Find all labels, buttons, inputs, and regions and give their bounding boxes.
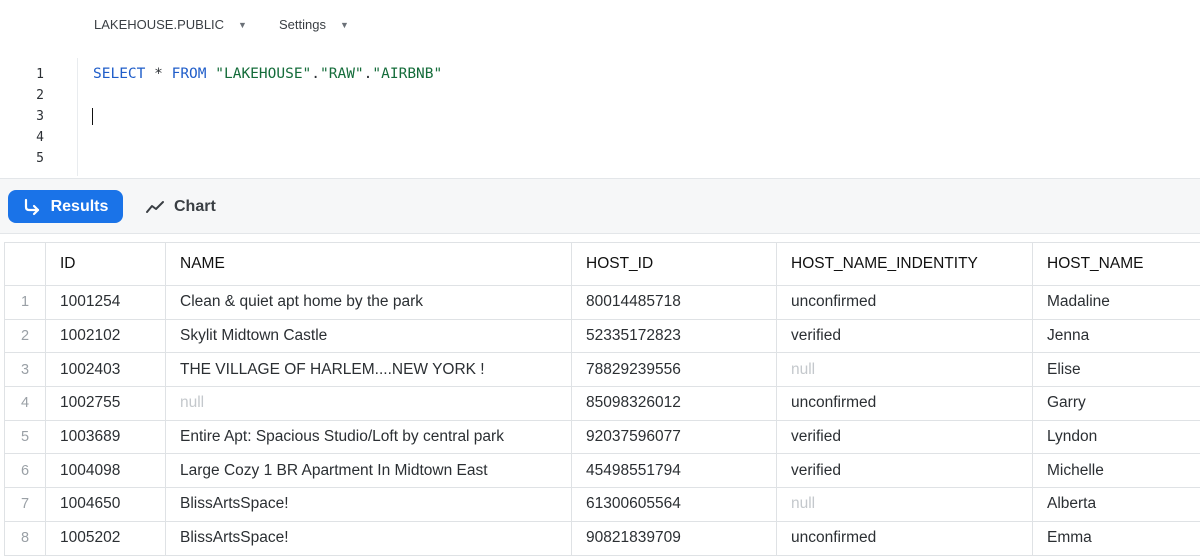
header-row: ID NAME HOST_ID HOST_NAME_INDENTITY HOST… (4, 242, 1200, 286)
row-number: 7 (4, 487, 46, 522)
line-number: 4 (36, 130, 44, 145)
cell-id[interactable]: 1002755 (45, 386, 166, 421)
cell-host-id[interactable]: 52335172823 (571, 318, 777, 354)
keyword-from: FROM (171, 66, 207, 82)
cell-id[interactable]: 1004650 (45, 487, 166, 522)
cell-name[interactable]: null (165, 386, 572, 421)
column-header-host-id[interactable]: HOST_ID (571, 242, 777, 286)
sql-editor[interactable]: 1 2 3 4 5 SELECT * FROM "LAKEHOUSE"."RAW… (0, 58, 1200, 176)
line-number: 1 (36, 67, 44, 82)
cell-id[interactable]: 1002403 (45, 352, 166, 388)
table-row[interactable]: 1 1001254 Clean & quiet apt home by the … (4, 285, 1200, 320)
cell-name[interactable]: THE VILLAGE OF HARLEM....NEW YORK ! (165, 352, 572, 388)
caret-down-icon: ▼ (339, 19, 349, 30)
cell-host-name[interactable]: Madaline (1032, 285, 1200, 320)
return-arrow-icon (24, 198, 39, 215)
table-row[interactable]: 6 1004098 Large Cozy 1 BR Apartment In M… (4, 453, 1200, 489)
line-chart-icon (146, 200, 164, 213)
cell-name[interactable]: BlissArtsSpace! (165, 520, 572, 556)
row-number-header (4, 242, 46, 286)
cell-host-id[interactable]: 90821839709 (571, 520, 777, 556)
cell-id[interactable]: 1004098 (45, 453, 166, 489)
cell-host-name[interactable]: Emma (1032, 520, 1200, 556)
identifier-database: "LAKEHOUSE" (215, 66, 312, 82)
identifier-schema: "RAW" (320, 66, 364, 82)
cell-name[interactable]: Clean & quiet apt home by the park (165, 285, 572, 320)
chart-tab-label: Chart (174, 197, 216, 215)
row-number: 8 (4, 520, 46, 556)
row-number: 2 (4, 318, 46, 354)
column-header-host-name-identity[interactable]: HOST_NAME_INDENTITY (776, 242, 1033, 286)
table-row[interactable]: 8 1005202 BlissArtsSpace! 90821839709 un… (4, 520, 1200, 556)
cell-host-id[interactable]: 45498551794 (571, 453, 777, 489)
row-number: 1 (4, 285, 46, 320)
cell-host-name-identity[interactable]: unconfirmed (776, 520, 1033, 556)
results-tab-label: Results (50, 197, 109, 215)
cell-id[interactable]: 1003689 (45, 419, 166, 455)
column-header-name[interactable]: NAME (165, 242, 572, 286)
settings-label: Settings (279, 17, 326, 32)
text-cursor (92, 108, 93, 125)
keyword-select: SELECT (93, 66, 146, 82)
table-row[interactable]: 3 1002403 THE VILLAGE OF HARLEM....NEW Y… (4, 352, 1200, 388)
line-number: 3 (36, 109, 44, 124)
cell-name[interactable]: Large Cozy 1 BR Apartment In Midtown Eas… (165, 453, 572, 489)
cell-host-name-identity[interactable]: verified (776, 318, 1033, 354)
chart-tab-button[interactable]: Chart (145, 190, 216, 223)
cell-host-id[interactable]: 61300605564 (571, 487, 777, 522)
row-number: 4 (4, 386, 46, 421)
column-header-host-name[interactable]: HOST_NAME (1032, 242, 1200, 286)
table-row[interactable]: 2 1002102 Skylit Midtown Castle 52335172… (4, 318, 1200, 354)
results-table: ID NAME HOST_ID HOST_NAME_INDENTITY HOST… (4, 242, 1200, 556)
cell-host-id[interactable]: 78829239556 (571, 352, 777, 388)
results-tabs-bar: Results Chart (0, 178, 1200, 234)
cell-host-name[interactable]: Michelle (1032, 453, 1200, 489)
cell-id[interactable]: 1005202 (45, 520, 166, 556)
cell-host-id[interactable]: 85098326012 (571, 386, 777, 421)
column-header-id[interactable]: ID (45, 242, 166, 286)
row-number: 3 (4, 352, 46, 388)
table-row[interactable]: 5 1003689 Entire Apt: Spacious Studio/Lo… (4, 419, 1200, 455)
cell-host-name[interactable]: Alberta (1032, 487, 1200, 522)
cell-id[interactable]: 1002102 (45, 318, 166, 354)
cell-name[interactable]: Entire Apt: Spacious Studio/Loft by cent… (165, 419, 572, 455)
table-row[interactable]: 4 1002755 null 85098326012 unconfirmed G… (4, 386, 1200, 421)
cell-host-name[interactable]: Jenna (1032, 318, 1200, 354)
line-number-gutter: 1 2 3 4 5 (0, 58, 78, 176)
cell-host-name-identity[interactable]: null (776, 352, 1033, 388)
database-schema-selector[interactable]: LAKEHOUSE.PUBLIC ▼ (94, 17, 247, 32)
cell-host-name[interactable]: Elise (1032, 352, 1200, 388)
identifier-table: "AIRBNB" (372, 66, 443, 82)
cell-host-name-identity[interactable]: unconfirmed (776, 285, 1033, 320)
settings-menu[interactable]: Settings ▼ (279, 17, 349, 32)
table-row[interactable]: 7 1004650 BlissArtsSpace! 61300605564 nu… (4, 487, 1200, 522)
wildcard: * (154, 66, 163, 82)
cell-host-name[interactable]: Lyndon (1032, 419, 1200, 455)
cell-host-name-identity[interactable]: null (776, 487, 1033, 522)
cell-name[interactable]: BlissArtsSpace! (165, 487, 572, 522)
cell-host-id[interactable]: 80014485718 (571, 285, 777, 320)
line-number: 2 (36, 88, 44, 103)
cell-host-name-identity[interactable]: verified (776, 419, 1033, 455)
cell-host-name-identity[interactable]: verified (776, 453, 1033, 489)
results-tab-button[interactable]: Results (8, 190, 123, 223)
dot-separator: . (311, 66, 321, 82)
cell-name[interactable]: Skylit Midtown Castle (165, 318, 572, 354)
cell-host-id[interactable]: 92037596077 (571, 419, 777, 455)
cell-host-name[interactable]: Garry (1032, 386, 1200, 421)
row-number: 6 (4, 453, 46, 489)
database-schema-label: LAKEHOUSE.PUBLIC (94, 17, 225, 32)
caret-down-icon: ▼ (238, 19, 247, 30)
row-number: 5 (4, 419, 46, 455)
sql-query-line[interactable]: SELECT * FROM "LAKEHOUSE"."RAW"."AIRBNB" (93, 66, 442, 82)
results-grid[interactable]: ID NAME HOST_ID HOST_NAME_INDENTITY HOST… (4, 242, 1200, 556)
line-number: 5 (36, 151, 44, 166)
cell-id[interactable]: 1001254 (45, 285, 166, 320)
context-bar: LAKEHOUSE.PUBLIC ▼ Settings ▼ (0, 0, 1200, 50)
cell-host-name-identity[interactable]: unconfirmed (776, 386, 1033, 421)
